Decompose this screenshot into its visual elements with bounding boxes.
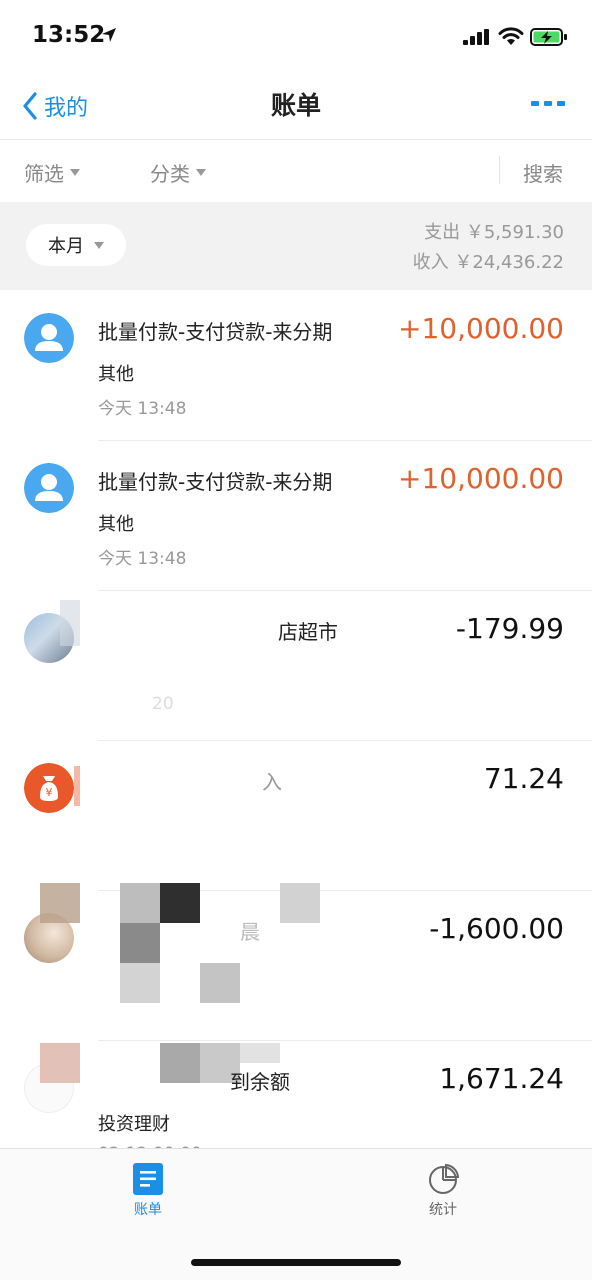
blurred-overlay [74,766,80,806]
blurred-overlay [120,963,160,1003]
transaction-amount: 1,671.24 [439,1062,564,1095]
wifi-icon [498,27,524,45]
tab-bills[interactable]: 账单 [98,1163,198,1219]
tab-stats[interactable]: 统计 [393,1163,493,1219]
transaction-amount: +10,000.00 [398,462,564,495]
status-bar: 13:52 [0,0,592,76]
filter-dropdown[interactable]: 筛选 [24,158,80,187]
filter-label: 筛选 [24,162,64,186]
transaction-row[interactable]: 批量付款-支付贷款-来分期 +10,000.00 其他 今天 13:48 [0,440,592,590]
transaction-time: 20 [152,694,174,714]
svg-text:¥: ¥ [46,786,53,799]
battery-charging-icon [530,28,567,46]
transaction-amount: 71.24 [483,762,564,795]
blurred-overlay [280,883,320,923]
transaction-amount: -1,600.00 [429,912,564,945]
pie-chart-icon [429,1163,459,1194]
month-label: 本月 [48,236,84,257]
money-bag-icon: ¥ [24,763,74,813]
blurred-overlay [120,883,160,923]
tab-label: 账单 [134,1202,162,1218]
blurred-overlay [160,883,200,923]
page-title: 账单 [270,91,321,120]
blurred-overlay [200,963,240,1003]
blurred-overlay [40,883,80,923]
tab-label: 统计 [429,1202,457,1218]
blurred-overlay [40,1043,80,1083]
more-icon[interactable] [531,100,565,108]
transaction-category: 其他 [98,514,134,535]
month-summary: 本月 支出 ￥5,591.30 收入 ￥24,436.22 [0,202,592,290]
transaction-title: 批量付款-支付贷款-来分期 [98,470,333,494]
status-time: 13:52 [32,22,106,48]
blurred-overlay [60,600,80,646]
transaction-title: 批量付款-支付贷款-来分期 [98,320,333,344]
caret-down-icon [94,241,104,249]
bill-icon [133,1163,163,1195]
transaction-time: 今天 13:48 [98,549,187,569]
blurred-overlay [160,1043,200,1083]
month-selector[interactable]: 本月 [26,224,126,266]
blurred-overlay [120,923,160,963]
transaction-row[interactable]: 店超市 -179.99 20 [0,590,592,740]
transaction-amount: +10,000.00 [398,312,564,345]
transaction-category: 投资理财 [98,1114,170,1135]
transaction-category: 其他 [98,364,134,385]
transaction-title: 店超市 [278,620,338,644]
transaction-row[interactable]: ¥ 入 71.24 [0,740,592,890]
transaction-title: 晨 [240,920,260,944]
transaction-title: 入 [262,770,282,794]
transaction-title: 到余额 [230,1070,290,1094]
navigation-bar: 我的 账单 [0,76,592,140]
transaction-row[interactable]: 晨 -1,600.00 [0,883,592,1040]
transaction-amount: -179.99 [455,612,564,645]
expense-total: 支出 ￥5,591.30 [424,222,564,243]
blurred-overlay [240,1043,280,1063]
category-label: 分类 [150,162,190,186]
cellular-signal-icon [463,29,489,45]
divider [499,156,500,184]
transaction-list: 批量付款-支付贷款-来分期 +10,000.00 其他 今天 13:48 批量付… [0,290,592,1190]
user-avatar-icon [24,463,74,513]
user-avatar-icon [24,313,74,363]
search-button[interactable]: 搜索 [523,158,563,187]
location-arrow-icon [102,28,116,42]
category-dropdown[interactable]: 分类 [150,158,206,187]
filter-bar: 筛选 分类 搜索 [0,140,592,202]
transaction-row[interactable]: 批量付款-支付贷款-来分期 +10,000.00 其他 今天 13:48 [0,290,592,440]
transaction-time: 今天 13:48 [98,399,187,419]
home-indicator [191,1259,401,1266]
income-total: 收入 ￥24,436.22 [412,252,564,273]
caret-down-icon [196,169,206,176]
caret-down-icon [70,169,80,176]
